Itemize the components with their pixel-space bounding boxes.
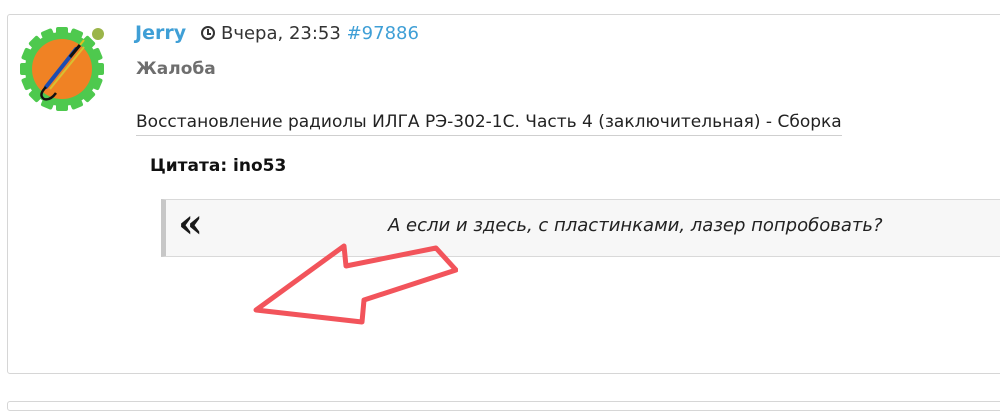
- quote-header: Цитата: ino53: [150, 156, 287, 176]
- next-post-card: [7, 401, 1000, 411]
- author-name-link[interactable]: Jerry: [135, 22, 186, 44]
- topic-title-link[interactable]: Восстановление радиолы ИЛГА РЭ-302-1С. Ч…: [136, 112, 842, 136]
- clock-icon: [201, 26, 215, 40]
- post-time: Вчера, 23:53: [221, 23, 341, 44]
- post-subtitle: Жалоба: [136, 59, 216, 79]
- user-avatar[interactable]: [20, 27, 104, 111]
- post-permalink[interactable]: #97886: [347, 23, 419, 44]
- quote-mark-icon: «: [178, 200, 203, 247]
- online-status-dot: [92, 28, 104, 40]
- quote-block: « А если и здесь, с пластинками, лазер п…: [161, 199, 1000, 257]
- post-timestamp: Вчера, 23:53 #97886: [201, 23, 419, 44]
- quote-text: А если и здесь, с пластинками, лазер поп…: [388, 215, 883, 236]
